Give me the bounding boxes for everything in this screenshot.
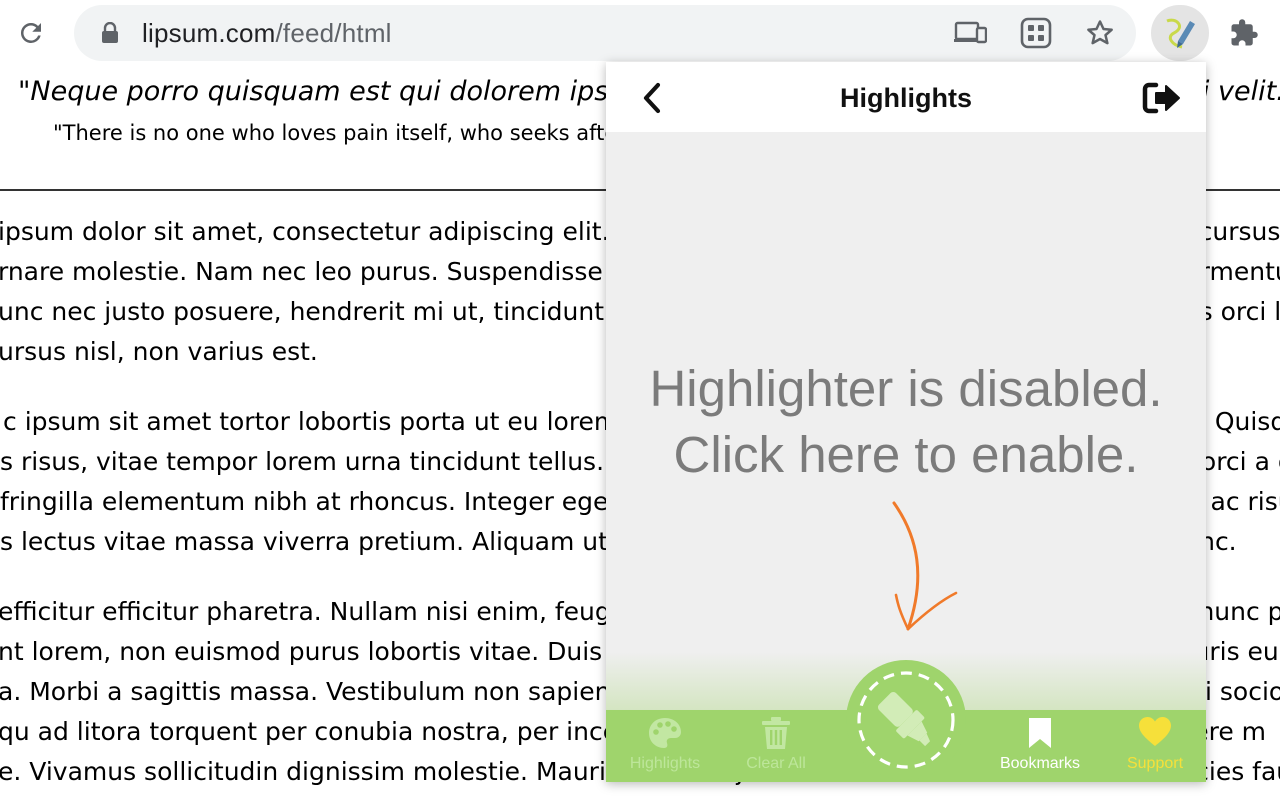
highlighter-pen-icon [857,671,955,769]
sign-out-button[interactable] [1142,80,1182,116]
highlights-popup: Highlights Highlighter is disabled. Clic… [606,62,1206,782]
sign-out-icon [1142,82,1180,114]
heart-icon [1139,717,1171,746]
tab-grid-icon [1020,17,1052,49]
extensions-button[interactable] [1224,14,1264,52]
nav-highlights-label: Highlights [629,755,701,772]
popup-title: Highlights [840,83,972,113]
highlighter-extension-button[interactable] [1151,5,1209,61]
nav-highlights[interactable]: Highlights [610,710,720,782]
nav-support-label: Support [1126,755,1184,772]
enable-highlighter-button[interactable] [846,660,966,780]
highlighter-extension-icon [1166,18,1195,49]
enable-highlighter-message[interactable]: Highlighter is disabled. Click here to e… [606,356,1206,488]
arrow-pointer-icon [892,501,958,631]
back-button[interactable] [636,80,670,116]
bookmark-star-button[interactable] [1080,15,1120,51]
reload-button[interactable] [12,14,50,52]
puzzle-icon [1231,19,1258,46]
nav-support[interactable]: Support [1100,710,1206,782]
star-icon [1087,20,1113,45]
disabled-line-2: Click here to enable. [673,426,1139,483]
url-host: lipsum.com [142,18,276,48]
url-path: /feed/html [275,18,392,48]
address-bar[interactable]: lipsum.com/feed/html [74,5,1136,61]
paragraph-1-line-4: ursus nisl, non varius est. [0,337,318,366]
chevron-left-icon [643,82,661,114]
cast-icon [954,21,987,44]
palette-icon [649,718,681,748]
tab-grid-button[interactable] [1016,15,1056,51]
nav-clear-all-label: Clear All [746,755,806,772]
trash-icon [762,717,790,749]
nav-bookmarks[interactable]: Bookmarks [985,710,1095,782]
browser-toolbar: lipsum.com/feed/html [0,0,1280,66]
reload-icon [20,22,41,43]
nav-clear-all[interactable]: Clear All [721,710,831,782]
bookmark-icon [1029,718,1051,748]
popup-header: Highlights [606,62,1206,132]
lock-icon [102,22,118,43]
disabled-line-1: Highlighter is disabled. [649,360,1163,417]
url-text: lipsum.com/feed/html [142,5,392,61]
cast-button[interactable] [950,17,990,49]
nav-bookmarks-label: Bookmarks [999,755,1081,772]
